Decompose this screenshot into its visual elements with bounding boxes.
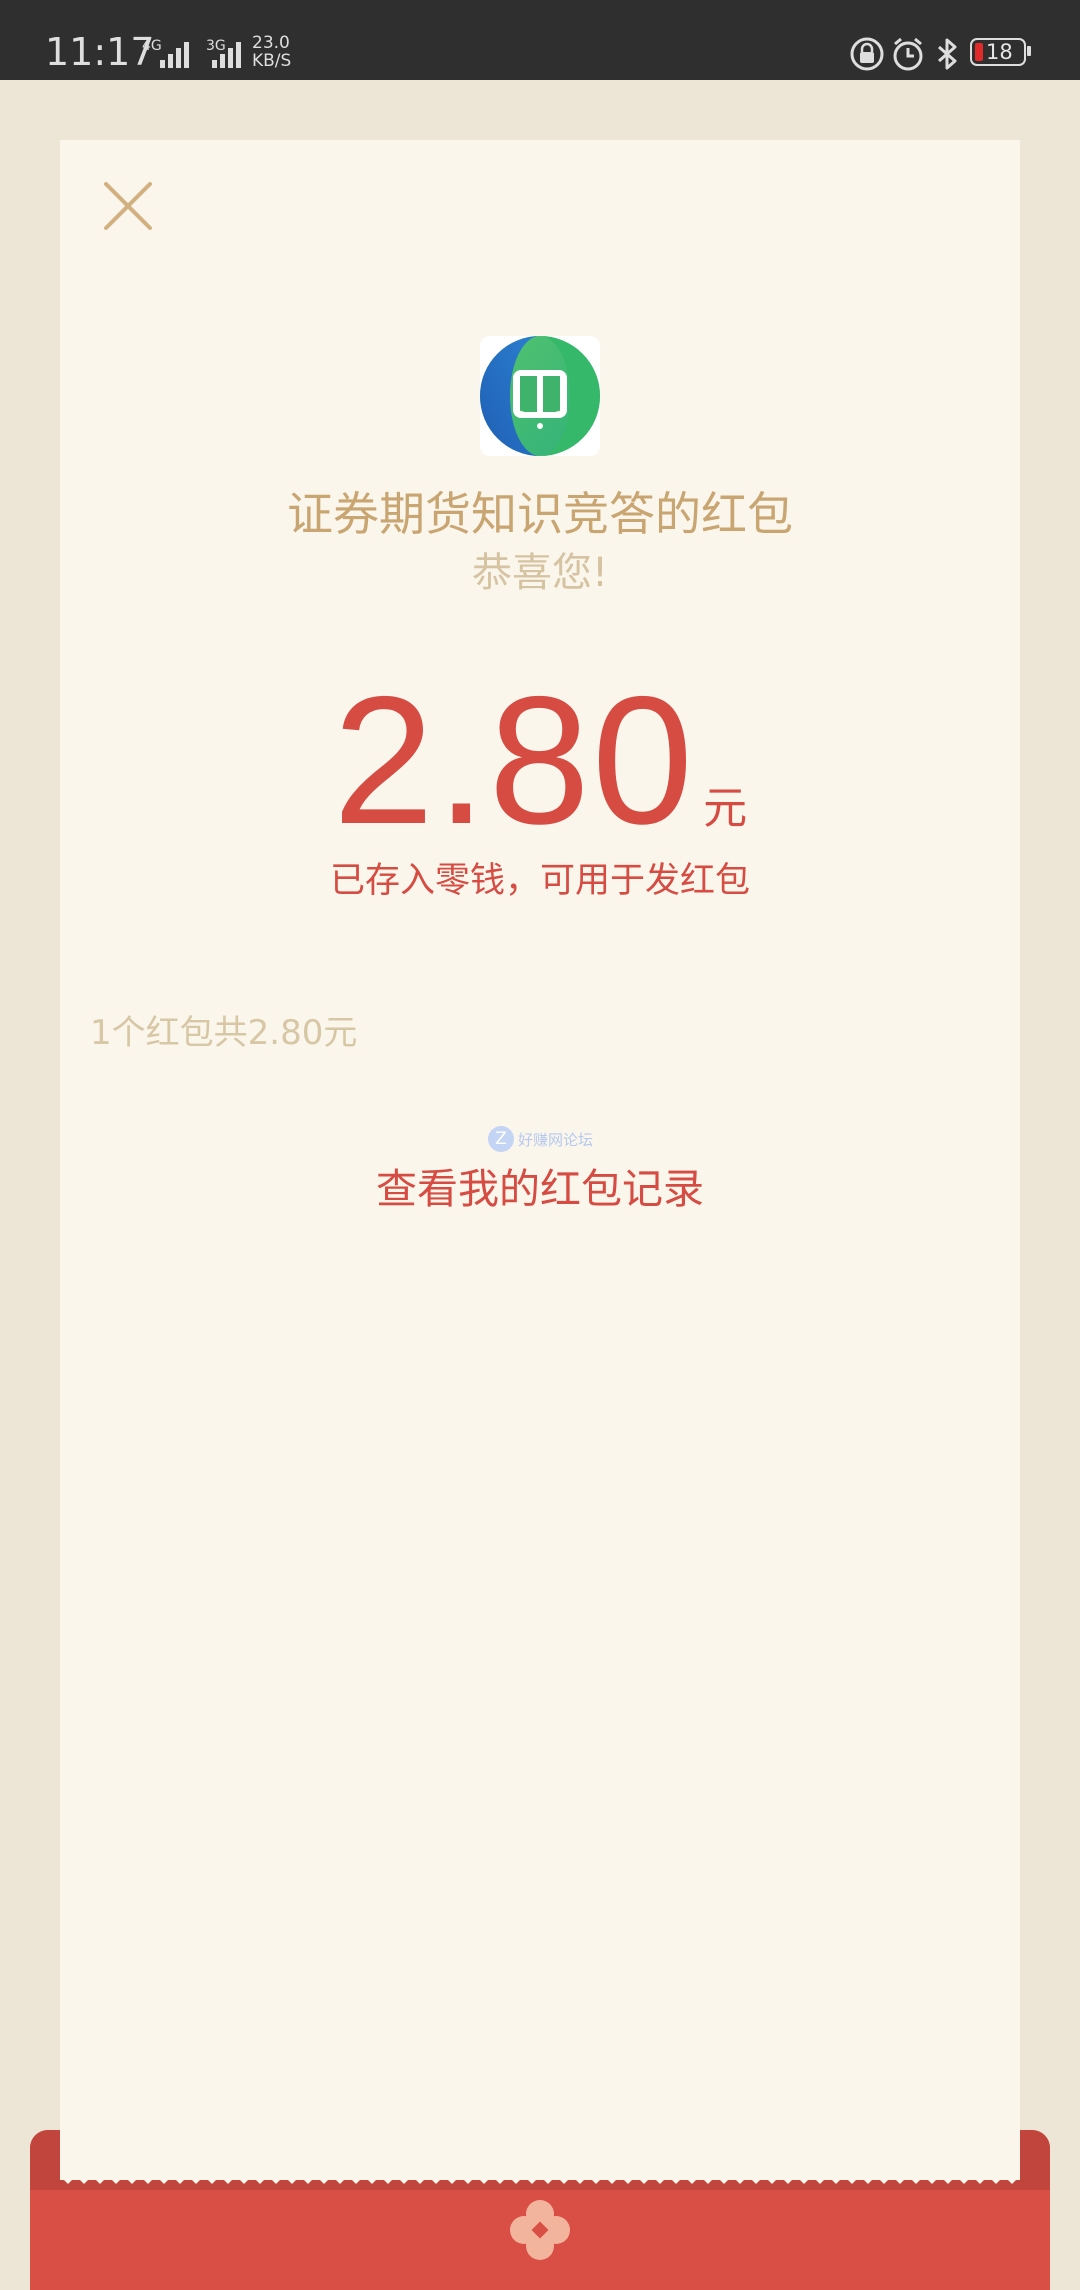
network-4g-label: 4G (142, 38, 162, 54)
packet-title: 证券期货知识竞答的红包 (287, 487, 793, 541)
deposit-note: 已存入零钱，可用于发红包 (329, 861, 750, 901)
signal-3g-icon (212, 40, 242, 68)
battery-icon: 18 (970, 38, 1026, 66)
status-time: 11:17 (45, 30, 155, 74)
status-bar: 11:17 4G 3G 23.0 KB/S 18 (0, 0, 1080, 80)
alarm-icon (893, 37, 923, 71)
amount-value: 2.80 (332, 658, 696, 862)
close-icon[interactable] (102, 180, 154, 232)
watermark-badge: Z (488, 1126, 514, 1152)
network-speed: 23.0 KB/S (252, 34, 291, 70)
battery-tip (1027, 46, 1031, 56)
signal-4g-icon (160, 40, 190, 68)
bluetooth-icon (938, 38, 957, 70)
watermark-text: 好赚网论坛 (518, 1130, 594, 1149)
amount-display: 2.80 元 (0, 655, 1080, 865)
battery-level: 18 (986, 40, 1013, 64)
watermark: Z 好赚网论坛 (488, 1125, 593, 1153)
packet-summary: 1个红包共2.80元 (90, 1013, 358, 1053)
book-app-icon (480, 336, 600, 456)
network-speed-value: 23.0 (252, 33, 290, 53)
card-zigzag-edge (60, 2170, 1020, 2184)
envelope-emblem-icon (510, 2200, 570, 2260)
lock-rotation-icon (850, 37, 884, 71)
network-speed-unit: KB/S (252, 51, 292, 71)
view-records-link[interactable]: 查看我的红包记录 (0, 1155, 1080, 1215)
packet-subtitle: 恭喜您! (471, 550, 609, 596)
amount-unit: 元 (703, 783, 748, 834)
